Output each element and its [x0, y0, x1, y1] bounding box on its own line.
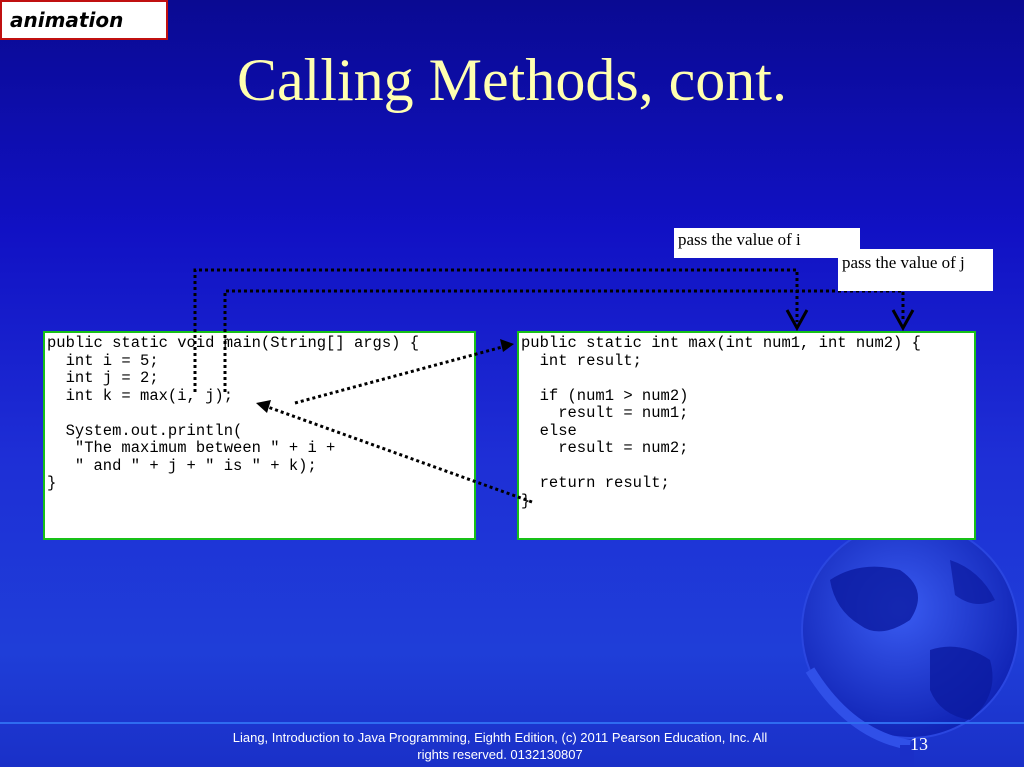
animation-label: animation — [10, 8, 124, 32]
page-number: 13 — [910, 734, 928, 754]
callout-pass-j-text: pass the value of j — [842, 253, 965, 272]
footer-citation: Liang, Introduction to Java Programming,… — [190, 729, 810, 763]
max-method-code: public static int max(int num1, int num2… — [517, 331, 976, 540]
callout-pass-i: pass the value of i — [674, 228, 860, 258]
slide-title: Calling Methods, cont. — [237, 47, 787, 113]
pass-i-arrowhead — [785, 309, 809, 332]
pass-j-arrowhead — [891, 309, 915, 332]
footer-divider — [0, 722, 1024, 724]
footer-line-2: rights reserved. 0132130807 — [417, 747, 583, 762]
animation-badge: animation — [0, 0, 168, 40]
call-arrowhead — [500, 339, 514, 352]
callout-pass-j: pass the value of j — [838, 249, 993, 291]
globe-icon — [801, 521, 1019, 767]
main-method-code: public static void main(String[] args) {… — [43, 331, 476, 540]
callout-pass-i-text: pass the value of i — [678, 230, 801, 249]
footer-line-1: Liang, Introduction to Java Programming,… — [232, 730, 768, 745]
